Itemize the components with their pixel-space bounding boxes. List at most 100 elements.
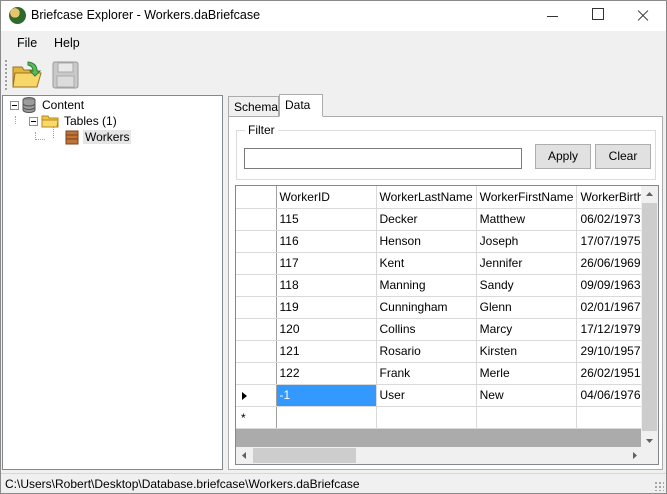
scroll-up-icon[interactable] [641,186,658,203]
row-header[interactable] [236,296,277,319]
scroll-left-icon[interactable] [236,447,253,464]
cell-firstname[interactable]: Joseph [476,230,578,253]
row-header[interactable] [236,208,277,231]
tab-data[interactable]: Data [279,94,323,117]
tree-line [15,116,16,124]
table-row[interactable]: 115 Decker Matthew 06/02/1973 [236,208,657,231]
cell-lastname[interactable]: Collins [376,318,477,341]
cell-lastname[interactable]: Henson [376,230,477,253]
column-header-lastname[interactable]: WorkerLastName [376,186,477,209]
open-button[interactable] [11,59,43,91]
cell-firstname[interactable]: Merle [476,362,578,385]
minimize-button[interactable] [530,1,575,31]
folder-icon [41,115,59,128]
cell-workerid[interactable]: 116 [276,230,377,253]
app-window: Briefcase Explorer - Workers.daBriefcase… [0,0,667,494]
scroll-right-icon[interactable] [626,447,643,464]
table-row[interactable]: 120 Collins Marcy 17/12/1979 [236,318,657,341]
cell-workerid[interactable]: 115 [276,208,377,231]
table-row[interactable]: 121 Rosario Kirsten 29/10/1957 [236,340,657,363]
cell-workerid[interactable]: 121 [276,340,377,363]
toolbar-grip[interactable] [5,60,7,90]
grid-header-row: WorkerID WorkerLastName WorkerFirstName … [236,186,657,209]
data-grid[interactable]: WorkerID WorkerLastName WorkerFirstName … [235,185,659,465]
cell-workerid[interactable]: 117 [276,252,377,275]
tree-node-content[interactable]: Content [10,97,86,113]
menu-file[interactable]: File [17,36,37,50]
tree-node-tables[interactable]: Tables (1) [29,113,119,129]
tree-view[interactable]: Content Tables (1) Workers [2,95,223,470]
cell-new[interactable] [476,406,578,429]
row-header[interactable] [236,318,277,341]
tree-node-workers[interactable]: Workers [65,129,132,145]
cell-lastname[interactable]: Rosario [376,340,477,363]
collapse-icon[interactable] [29,116,38,126]
cell-lastname[interactable]: Cunningham [376,296,477,319]
horizontal-scroll-thumb[interactable] [253,448,356,463]
new-row-star-icon: * [241,410,246,425]
cell-new[interactable] [276,406,377,429]
tab-schema[interactable]: Schema [228,96,279,117]
vertical-scrollbar[interactable] [641,186,658,449]
cell-workerid[interactable]: 122 [276,362,377,385]
table-row[interactable]: 122 Frank Merle 26/02/1951 [236,362,657,385]
cell-lastname[interactable]: Frank [376,362,477,385]
table-icon [65,130,79,144]
row-header-current[interactable] [236,384,277,407]
cell-workerid-selected[interactable]: -1 [276,384,377,407]
row-header-new[interactable]: * [236,406,277,429]
vertical-scroll-thumb[interactable] [642,203,657,431]
column-header-firstname[interactable]: WorkerFirstName [476,186,578,209]
row-header[interactable] [236,252,277,275]
tree-label-tables: Tables (1) [64,114,117,128]
save-button[interactable] [49,59,81,91]
table-row[interactable]: 118 Manning Sandy 09/09/1963 [236,274,657,297]
cell-firstname[interactable]: New [476,384,578,407]
cell-firstname[interactable]: Sandy [476,274,578,297]
cell-lastname[interactable]: Kent [376,252,477,275]
cell-lastname[interactable]: Manning [376,274,477,297]
data-tab-panel: Filter Apply Clear WorkerID WorkerLastNa… [228,116,663,470]
row-header[interactable] [236,362,277,385]
maximize-button[interactable] [575,1,620,31]
cell-firstname[interactable]: Kirsten [476,340,578,363]
table-row[interactable]: 117 Kent Jennifer 26/06/1969 [236,252,657,275]
open-folder-icon [12,61,42,88]
new-row[interactable]: * [236,406,657,429]
window-title: Briefcase Explorer - Workers.daBriefcase [31,8,261,22]
column-header-workerid[interactable]: WorkerID [276,186,377,209]
grid-corner[interactable] [236,186,277,209]
database-icon [22,97,36,113]
current-row-arrow-icon [242,391,247,400]
collapse-icon[interactable] [10,100,19,110]
cell-lastname[interactable]: Decker [376,208,477,231]
cell-workerid[interactable]: 120 [276,318,377,341]
filter-group-title: Filter [245,123,278,137]
table-row[interactable]: 119 Cunningham Glenn 02/01/1967 [236,296,657,319]
filter-input[interactable] [244,148,522,169]
close-button[interactable] [620,1,665,31]
scroll-corner [643,447,658,464]
row-header[interactable] [236,274,277,297]
cell-firstname[interactable]: Marcy [476,318,578,341]
row-header[interactable] [236,230,277,253]
cell-firstname[interactable]: Glenn [476,296,578,319]
current-row[interactable]: -1 User New 04/06/1976 [236,384,657,407]
clear-button[interactable]: Clear [595,144,651,169]
cell-firstname[interactable]: Matthew [476,208,578,231]
cell-workerid[interactable]: 119 [276,296,377,319]
table-row[interactable]: 116 Henson Joseph 17/07/1975 [236,230,657,253]
horizontal-scrollbar[interactable] [236,447,658,464]
title-bar: Briefcase Explorer - Workers.daBriefcase [1,1,666,31]
apply-button[interactable]: Apply [535,144,591,169]
row-header[interactable] [236,340,277,363]
cell-new[interactable] [376,406,477,429]
cell-firstname[interactable]: Jennifer [476,252,578,275]
cell-workerid[interactable]: 118 [276,274,377,297]
menu-help[interactable]: Help [54,36,80,50]
menu-bar: File Help [1,31,666,55]
resize-grip-icon[interactable] [654,481,664,491]
app-icon [9,7,26,24]
cell-lastname[interactable]: User [376,384,477,407]
status-bar: C:\Users\Robert\Desktop\Database.briefca… [1,473,666,493]
